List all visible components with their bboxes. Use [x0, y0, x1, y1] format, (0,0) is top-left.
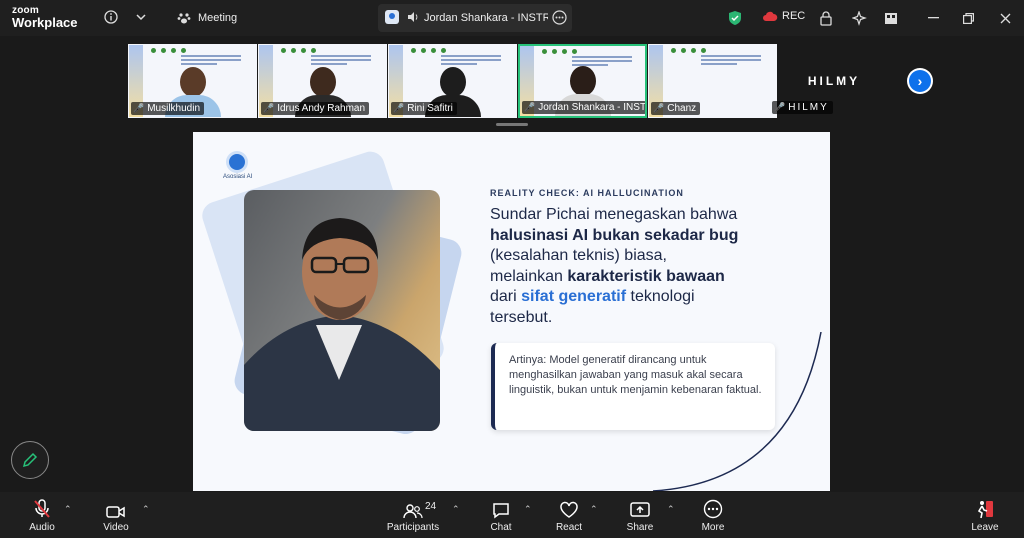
participants-options-chevron-icon[interactable]: ⌃	[452, 504, 460, 515]
participant-name: Rini Safitri	[407, 103, 453, 114]
participant-display-name: HILMY	[807, 74, 861, 88]
chat-options-chevron-icon[interactable]: ⌃	[524, 504, 532, 515]
more-icon	[703, 499, 723, 519]
meeting-tab[interactable]: Meeting	[198, 12, 237, 24]
chevron-down-icon[interactable]	[133, 8, 149, 26]
leave-icon	[977, 501, 993, 519]
headline-text: teknologi	[626, 288, 695, 305]
mic-off-icon: 🎤	[524, 102, 536, 112]
participant-tile-no-video[interactable]: HILMY 🎤 HILMY	[770, 44, 898, 116]
more-label: More	[701, 522, 725, 533]
share-options-chevron-icon[interactable]: ⌃	[667, 504, 675, 515]
more-button[interactable]: More	[694, 492, 732, 538]
mic-off-icon: 🎤	[133, 103, 145, 113]
next-page-button[interactable]: ›	[907, 68, 933, 94]
participant-name: Musilkhudin	[147, 103, 201, 114]
participants-icon	[403, 504, 423, 519]
chevron-right-icon: ›	[909, 70, 931, 92]
headline-line: tersebut.	[490, 308, 553, 326]
audio-label: Audio	[29, 522, 55, 533]
mic-muted-icon	[34, 499, 50, 518]
participants-button[interactable]: Participants	[384, 492, 442, 538]
more-dots-icon[interactable]	[551, 9, 567, 25]
slide-headline: Sundar Pichai menegaskan bahwa halusinas…	[490, 205, 790, 328]
audio-options-chevron-icon[interactable]: ⌃	[64, 504, 72, 515]
share-label: Share	[626, 522, 654, 533]
title-bar: zoom Workplace Meeting Jordan Shankara -…	[0, 0, 1024, 36]
gallery-view-icon[interactable]	[883, 9, 899, 27]
participants-count-badge: 24	[425, 501, 437, 512]
react-label: React	[555, 522, 583, 533]
video-label: Video	[103, 522, 129, 533]
close-icon[interactable]	[997, 9, 1013, 27]
headline-text: melainkan	[490, 267, 568, 285]
presenter-name: Jordan Shankara - INSTRUKT	[424, 12, 548, 24]
mic-off-icon: 🎤	[263, 103, 275, 113]
headline-line: Sundar Pichai menegaskan bahwa	[490, 206, 738, 223]
participant-name: HILMY	[788, 102, 829, 113]
presenter-avatar-icon	[384, 9, 400, 25]
share-button[interactable]: Share	[621, 492, 659, 538]
meeting-controls: Audio ⌃ Video ⌃ Participants ⌃ Chat ⌃ Re…	[0, 492, 1024, 538]
annotate-button[interactable]	[11, 441, 49, 479]
participant-name: Idrus Andy Rahman	[277, 103, 366, 114]
slide-logo: Asosiasi AI	[223, 154, 253, 180]
recording-indicator[interactable]: REC	[762, 10, 805, 22]
react-button[interactable]: React	[550, 492, 588, 538]
headline-highlight: sifat generatif	[521, 288, 627, 305]
video-camera-icon	[106, 506, 125, 518]
mic-off-icon: 🎤	[393, 103, 405, 113]
minimize-icon[interactable]	[925, 9, 941, 27]
share-screen-icon	[630, 502, 650, 517]
participant-tile[interactable]: 🎤 Rini Safitri	[388, 44, 517, 118]
brand-line2: Workplace	[12, 15, 78, 30]
cloud-record-icon	[763, 11, 778, 21]
headline-bold: halusinasi AI bukan sekadar bug	[490, 226, 739, 244]
video-button[interactable]: Video	[96, 492, 136, 538]
paw-icon	[176, 10, 192, 26]
leave-button[interactable]: Leave	[966, 492, 1004, 538]
participant-name: Jordan Shankara - INSTR...	[538, 102, 646, 113]
audio-button[interactable]: Audio	[22, 492, 62, 538]
shared-screen: Asosiasi AI REALITY CHECK: AI HALLUCINAT…	[193, 132, 830, 491]
participant-tile[interactable]: 🎤 Idrus Andy Rahman	[258, 44, 387, 118]
chat-button[interactable]: Chat	[482, 492, 520, 538]
zoom-logo: zoom Workplace	[12, 5, 78, 30]
restore-icon[interactable]	[960, 9, 976, 27]
slide-logo-text: Asosiasi AI	[223, 174, 253, 180]
strip-resize-handle[interactable]	[496, 123, 528, 126]
participant-name: Chanz	[667, 103, 697, 114]
rec-label: REC	[782, 10, 806, 22]
headline-text: dari	[490, 288, 522, 305]
mic-off-icon: 🎤	[653, 103, 665, 113]
pencil-icon	[22, 452, 38, 468]
mic-off-icon: 🎤	[774, 102, 786, 112]
headline-bold: karakteristik bawaan	[567, 267, 725, 285]
participant-tile[interactable]: 🎤 Musilkhudin	[128, 44, 257, 118]
react-options-chevron-icon[interactable]: ⌃	[590, 504, 598, 515]
participants-label: Participants	[386, 522, 440, 533]
speaker-icon	[406, 10, 420, 24]
info-icon[interactable]	[102, 8, 120, 26]
participant-strip: 🎤 Musilkhudin 🎤 Idrus Andy Rahman 🎤 Rini Sa…	[128, 44, 777, 118]
slide-curve-decoration	[652, 332, 822, 491]
participant-tile-active[interactable]: 🎤Jordan Shankara - INSTR...	[518, 44, 647, 118]
chat-label: Chat	[490, 522, 512, 533]
speaker-photo	[244, 190, 440, 431]
shield-icon[interactable]	[727, 9, 743, 27]
headline-line: (kesalahan teknis) biasa,	[490, 247, 667, 264]
leave-label: Leave	[971, 522, 999, 533]
slide-eyebrow: REALITY CHECK: AI HALLUCINATION	[490, 188, 684, 198]
sparkle-icon[interactable]	[851, 9, 867, 27]
participant-tile[interactable]: 🎤 Chanz	[648, 44, 777, 118]
heart-icon	[560, 501, 578, 518]
lock-icon[interactable]	[818, 9, 834, 27]
chat-icon	[493, 503, 509, 519]
video-options-chevron-icon[interactable]: ⌃	[142, 504, 150, 515]
